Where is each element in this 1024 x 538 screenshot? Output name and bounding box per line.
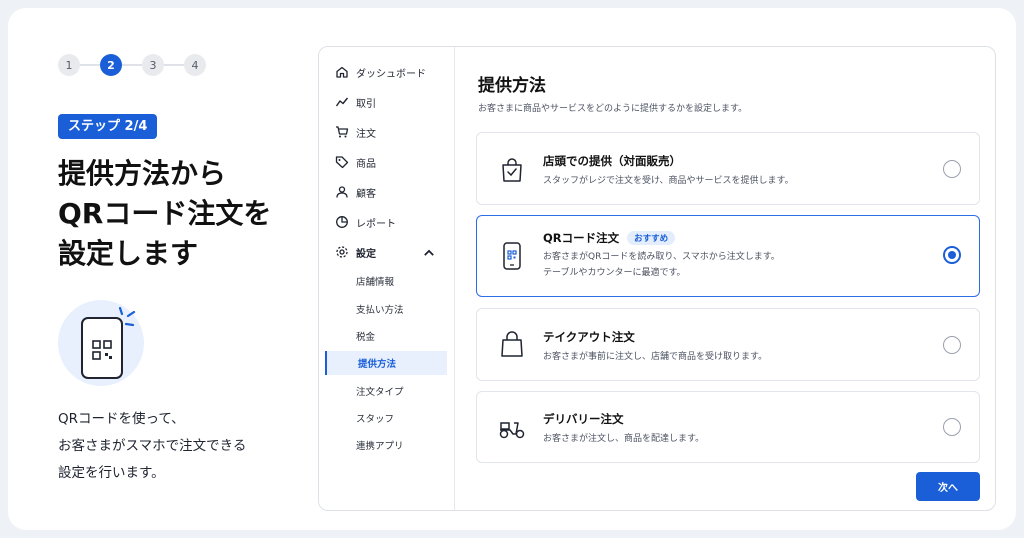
gear-icon [336, 246, 348, 258]
onboarding-card: 1 2 3 4 ステップ 2/4 提供方法から QRコード注文を 設定します Q… [8, 8, 1016, 530]
chart-line-icon [335, 97, 349, 107]
step-connector [164, 64, 184, 66]
phone-qr-illustration-icon [58, 300, 144, 386]
stepper: 1 2 3 4 [58, 54, 206, 76]
step-connector [122, 64, 142, 66]
sidebar-item-reports[interactable]: レポート [335, 211, 447, 233]
sidebar-item-products[interactable]: 商品 [335, 151, 447, 173]
page-subtitle: お客さまに商品やサービスをどのように提供するかを設定します。 [478, 104, 748, 114]
page-title: 提供方法 [478, 76, 546, 96]
sidebar-item-label: 商品 [356, 158, 376, 170]
option-title: 店頭での提供（対面販売） [543, 154, 681, 168]
main-content: 提供方法 お客さまに商品やサービスをどのように提供するかを設定します。 店頭での… [456, 47, 995, 510]
step-connector [80, 64, 100, 66]
user-icon [336, 186, 348, 198]
option-delivery[interactable]: デリバリー注文 お客さまが注文し、商品を配達します。 [476, 391, 980, 463]
headline: 提供方法から QRコード注文を 設定します [58, 154, 308, 274]
chevron-up-icon[interactable] [422, 246, 436, 260]
description-line-2: お客さまがスマホで注文できる [58, 438, 247, 454]
step-badge: ステップ 2/4 [58, 114, 158, 139]
sidebar-item-dashboard[interactable]: ダッシュボード [335, 61, 447, 83]
option-qr-order[interactable]: QRコード注文 おすすめ お客さまがQRコードを読み取り、スマホから注文します。 … [476, 215, 980, 297]
option-takeout[interactable]: テイクアウト注文 お客さまが事前に注文し、店舗で商品を受け取ります。 [476, 308, 980, 381]
sidebar-item-settings[interactable]: 設定 [335, 241, 447, 263]
headline-line-3: 設定します [58, 237, 199, 270]
sidebar-item-orders[interactable]: 注文 [335, 121, 447, 143]
sidebar-item-transactions[interactable]: 取引 [335, 91, 447, 113]
step-4[interactable]: 4 [184, 54, 206, 76]
sidebar-subitem-order-types[interactable]: 注文タイプ [325, 379, 447, 403]
sidebar-item-customers[interactable]: 顧客 [335, 181, 447, 203]
option-desc-line-2: テーブルやカウンターに最適です。 [543, 268, 686, 278]
takeout-bag-icon [501, 331, 523, 357]
sidebar-item-label: 注文 [356, 128, 376, 140]
cart-icon [336, 126, 349, 138]
option-desc: お客さまがQRコードを読み取り、スマホから注文します。 テーブルやカウンターに最… [543, 249, 780, 281]
sidebar-subitem-tax[interactable]: 税金 [325, 324, 447, 348]
option-title: デリバリー注文 [543, 412, 624, 426]
option-title: QRコード注文 [543, 231, 620, 245]
recommended-badge: おすすめ [627, 231, 676, 245]
sidebar-subitem-store-info[interactable]: 店舗情報 [325, 269, 447, 293]
step-1[interactable]: 1 [58, 54, 80, 76]
sidebar-item-label: 顧客 [356, 188, 376, 200]
step-3[interactable]: 3 [142, 54, 164, 76]
option-radio[interactable] [943, 336, 961, 354]
headline-line-1: 提供方法から [58, 157, 227, 190]
option-desc-line-1: お客さまがQRコードを読み取り、スマホから注文します。 [543, 252, 780, 262]
option-in-store[interactable]: 店頭での提供（対面販売） スタッフがレジで注文を受け、商品やサービスを提供します… [476, 132, 980, 205]
option-title: テイクアウト注文 [543, 330, 635, 344]
home-icon [336, 66, 348, 78]
phone-qr-icon [503, 242, 521, 270]
sidebar-subitem-payment-methods[interactable]: 支払い方法 [325, 297, 447, 321]
pie-chart-icon [336, 216, 348, 228]
option-desc: スタッフがレジで注文を受け、商品やサービスを提供します。 [543, 176, 794, 186]
option-radio[interactable] [943, 160, 961, 178]
shopping-bag-check-icon [502, 158, 522, 182]
sidebar: ダッシュボード 取引 注文 商品 顧客 レポート 設定 店舗情報 支払い方法 税… [319, 47, 455, 510]
description-line-1: QRコードを使って、 [58, 411, 185, 427]
option-desc: お客さまが注文し、商品を配達します。 [543, 434, 705, 444]
step-2-current[interactable]: 2 [100, 54, 122, 76]
scooter-icon [499, 422, 525, 439]
sidebar-subitem-integrations[interactable]: 連携アプリ [325, 433, 447, 457]
sidebar-item-label: 設定 [356, 248, 376, 260]
option-desc: お客さまが事前に注文し、店舗で商品を受け取ります。 [543, 352, 768, 362]
sidebar-item-label: レポート [356, 218, 396, 230]
headline-line-2: QRコード注文を [58, 197, 272, 230]
option-title-row: QRコード注文 おすすめ [543, 230, 676, 246]
description: QRコードを使って、 お客さまがスマホで注文できる 設定を行います。 [58, 406, 308, 487]
option-radio-selected[interactable] [943, 246, 961, 264]
next-button[interactable]: 次へ [916, 472, 980, 501]
sidebar-item-label: ダッシュボード [356, 68, 426, 80]
app-window: ダッシュボード 取引 注文 商品 顧客 レポート 設定 店舗情報 支払い方法 税… [318, 46, 996, 511]
option-radio[interactable] [943, 418, 961, 436]
sidebar-subitem-fulfillment[interactable]: 提供方法 [325, 351, 447, 375]
sidebar-item-label: 取引 [356, 98, 376, 110]
sidebar-subitem-staff[interactable]: スタッフ [325, 406, 447, 430]
description-line-3: 設定を行います。 [58, 465, 165, 481]
tag-icon [335, 156, 349, 169]
